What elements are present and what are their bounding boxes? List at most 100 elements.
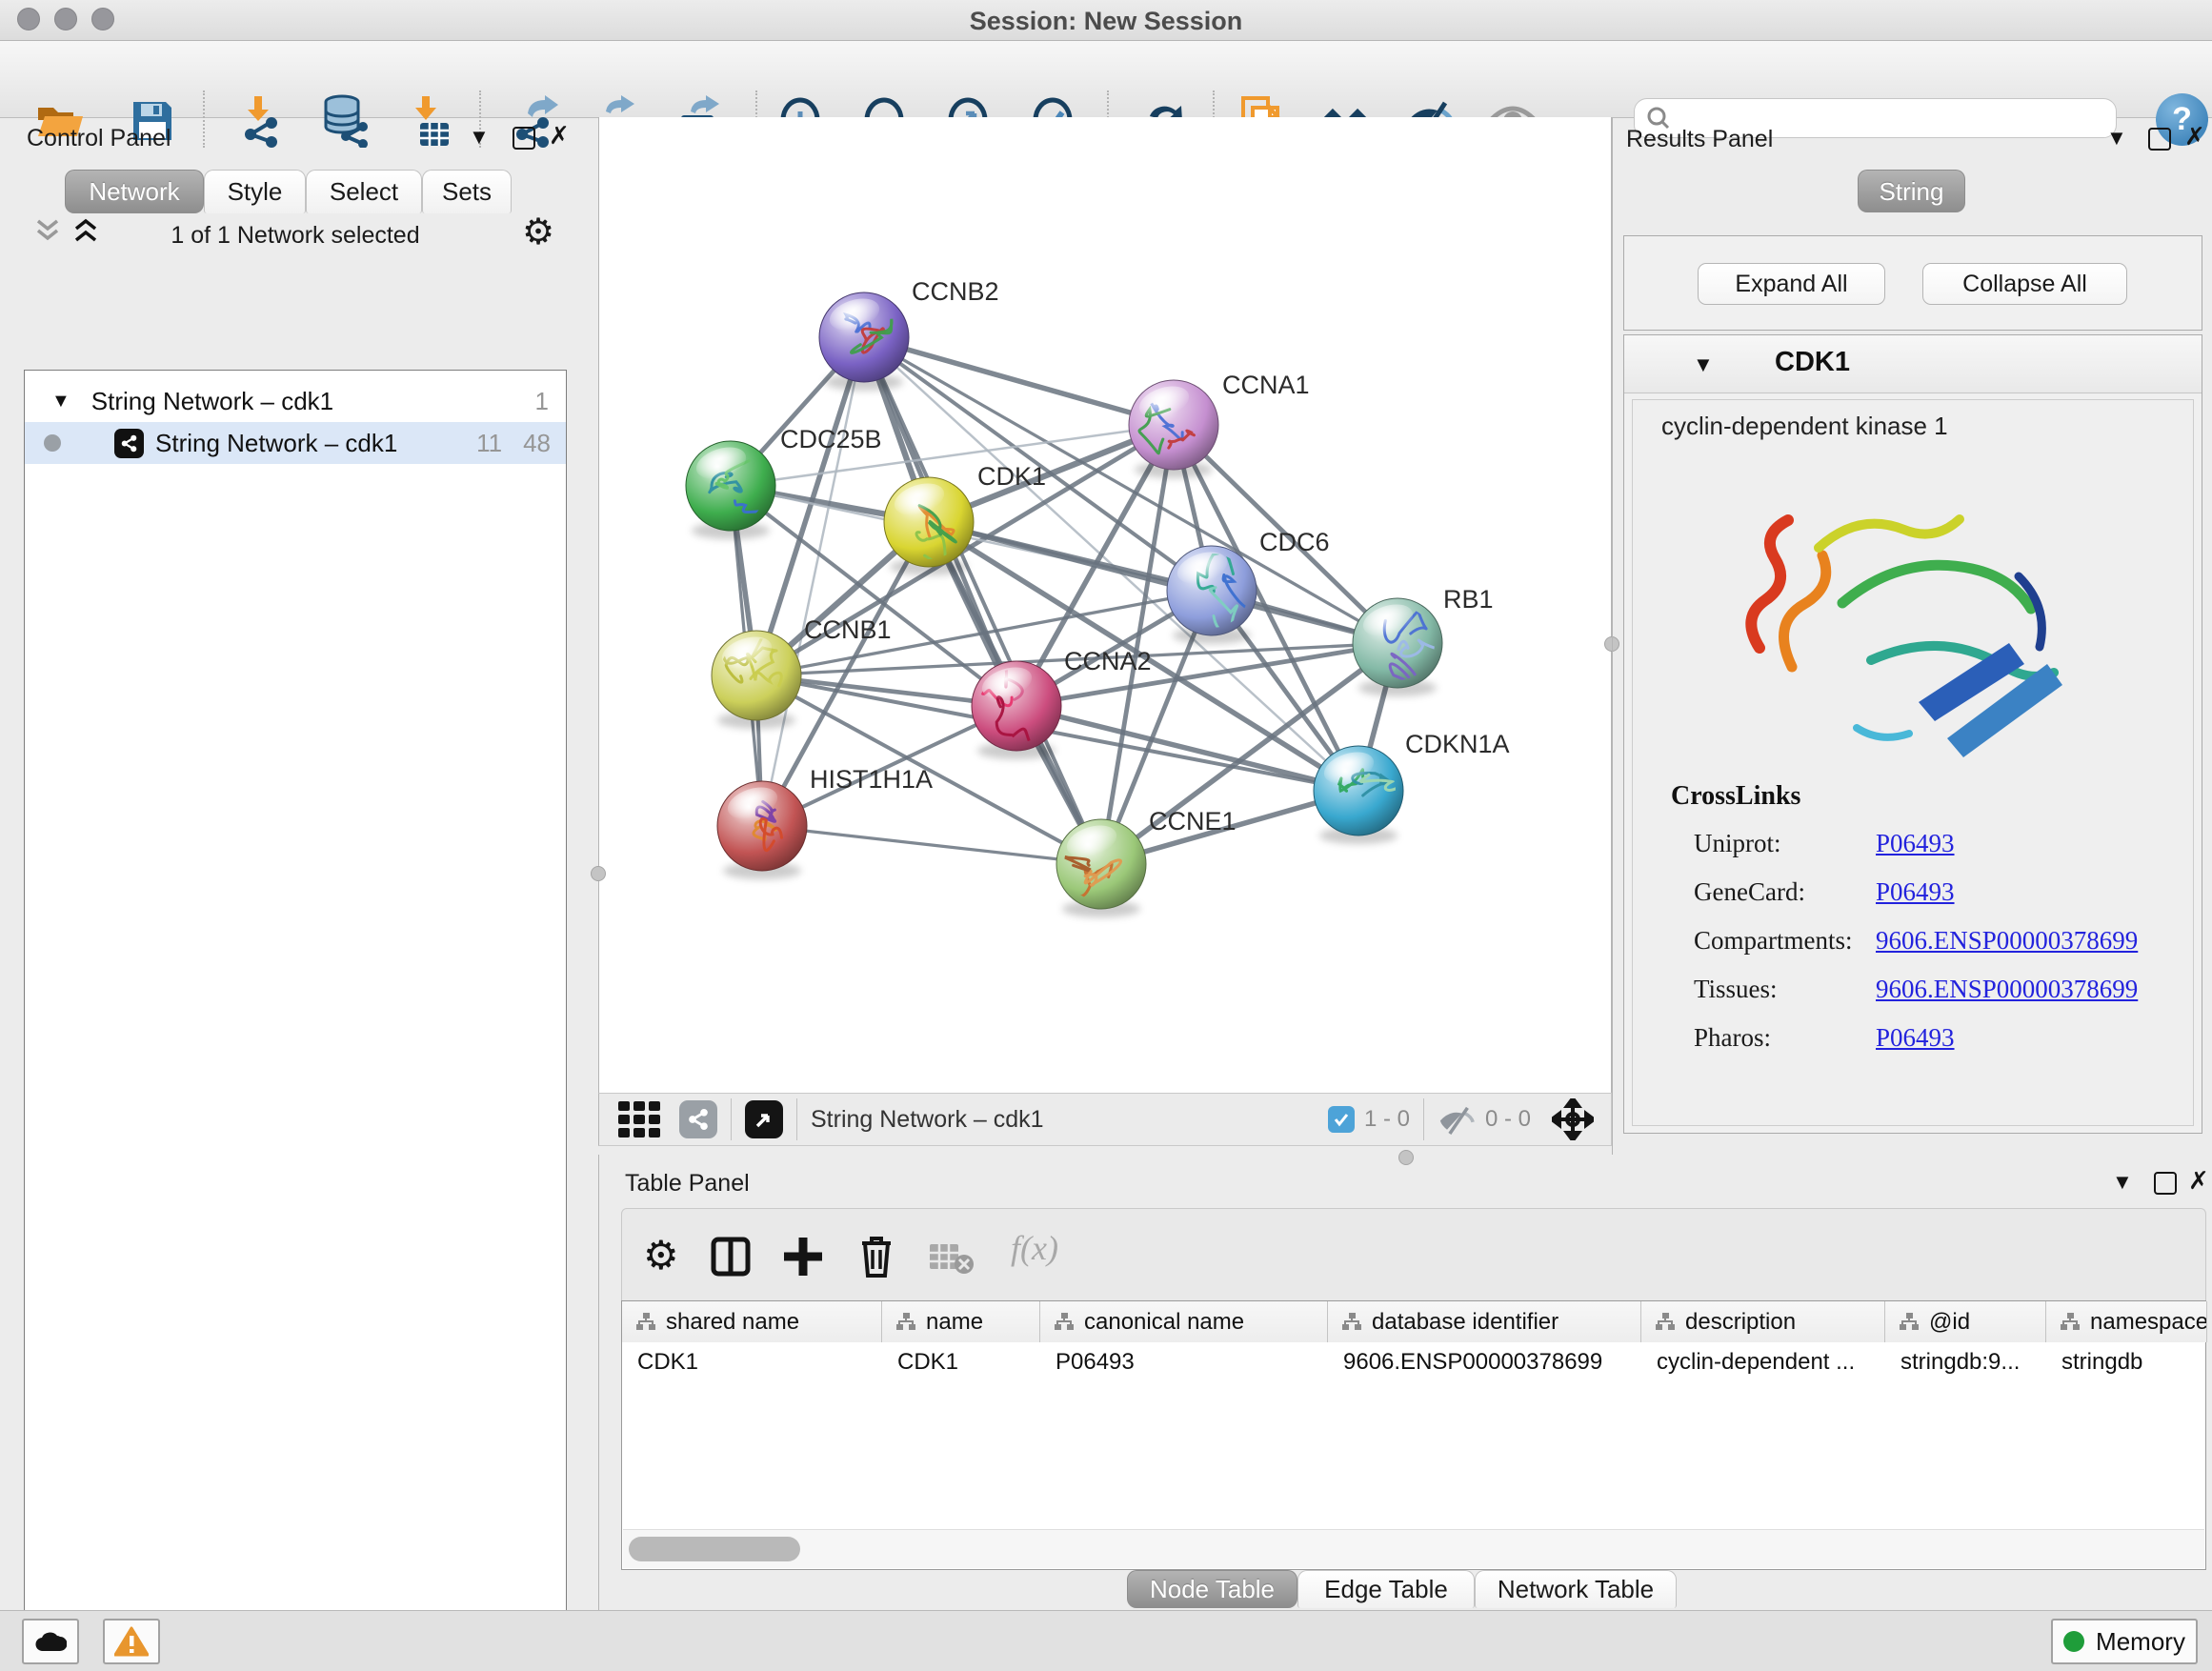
- tab-sets[interactable]: Sets: [422, 170, 512, 213]
- network-view-toolbar: String Network – cdk1 1 - 0 0 - 0: [598, 1093, 1612, 1146]
- vertical-splitter-handle[interactable]: [591, 866, 606, 881]
- tab-edge-table[interactable]: Edge Table: [1297, 1570, 1475, 1608]
- create-column-plus-icon[interactable]: [782, 1236, 824, 1278]
- network-node-HIST1H1A[interactable]: [717, 781, 807, 871]
- network-tree: ▼ String Network – cdk1 1 String Network…: [24, 370, 567, 1671]
- tab-network[interactable]: Network: [65, 170, 204, 213]
- title-bar: Session: New Session: [0, 0, 2212, 41]
- network-node-CDKN1A[interactable]: [1314, 746, 1424, 836]
- column-header-canonical-name[interactable]: canonical name: [1040, 1301, 1328, 1342]
- hidden-eye-slash-icon: [1438, 1104, 1476, 1135]
- section-expander-icon[interactable]: ▼: [1693, 352, 1714, 377]
- float-panel-icon[interactable]: [513, 127, 535, 150]
- network-node-RB1[interactable]: [1353, 598, 1442, 688]
- crosslink-row: GeneCard: P06493: [1633, 870, 2193, 918]
- crosslink-link[interactable]: P06493: [1876, 877, 1955, 907]
- crosslink-label: Pharos:: [1694, 1023, 1771, 1053]
- node-label: CDC25B: [780, 425, 882, 453]
- pan-crosshair-icon[interactable]: [1552, 1098, 1594, 1140]
- network-collection-row[interactable]: ▼ String Network – cdk1 1: [25, 380, 566, 422]
- tab-network-table[interactable]: Network Table: [1475, 1570, 1677, 1608]
- horizontal-scrollbar[interactable]: [623, 1529, 2204, 1568]
- close-panel-icon[interactable]: ✗: [2188, 1170, 2209, 1191]
- column-header-shared-name[interactable]: shared name: [622, 1301, 882, 1342]
- crosslink-link[interactable]: P06493: [1876, 829, 1955, 858]
- table-cell[interactable]: CDK1: [882, 1342, 1040, 1382]
- network-node-CCNB1[interactable]: [712, 631, 801, 720]
- crosslink-link[interactable]: 9606.ENSP00000378699: [1876, 975, 2138, 1004]
- network-selection-status: 1 of 1 Network selected: [114, 222, 476, 250]
- tab-style[interactable]: Style: [204, 170, 306, 213]
- network-node-CCNA1[interactable]: [1129, 380, 1218, 470]
- delete-column-trash-icon[interactable]: [856, 1234, 896, 1279]
- tab-select[interactable]: Select: [306, 170, 422, 213]
- warning-status-button[interactable]: [103, 1619, 160, 1664]
- control-panel-title: Control Panel: [27, 125, 171, 152]
- table-settings-gear-icon[interactable]: ⚙: [643, 1232, 679, 1278]
- float-panel-icon[interactable]: [2154, 1172, 2177, 1195]
- collapse-all-tree-icon[interactable]: [34, 217, 67, 246]
- selected-checkbox-icon[interactable]: [1328, 1106, 1355, 1133]
- close-panel-icon[interactable]: ✗: [2184, 126, 2205, 147]
- table-cell[interactable]: stringdb:9...: [1885, 1342, 2046, 1382]
- expand-all-tree-icon[interactable]: [72, 217, 105, 246]
- view-network-title: String Network – cdk1: [811, 1106, 1044, 1134]
- node-detail-box: cyclin-dependent kinase 1 CrossLinks Uni…: [1632, 399, 2194, 1126]
- tab-node-table[interactable]: Node Table: [1127, 1570, 1297, 1608]
- network-row-selected[interactable]: String Network – cdk1 11 48: [25, 422, 566, 464]
- crosslink-link[interactable]: P06493: [1876, 1023, 1955, 1053]
- column-header--id[interactable]: @id: [1885, 1301, 2046, 1342]
- network-node-CDK1[interactable]: [884, 477, 974, 574]
- results-node-box: ▼ CDK1 cyclin-dependent kinase 1 CrossLi…: [1623, 334, 2202, 1134]
- collapse-panel-icon[interactable]: ▼: [469, 127, 490, 148]
- column-header-name[interactable]: name: [882, 1301, 1040, 1342]
- node-table: shared namenamecanonical namedatabase id…: [621, 1300, 2206, 1570]
- view-toolbar-separator: [731, 1098, 732, 1140]
- memory-button[interactable]: Memory: [2051, 1619, 2198, 1664]
- node-section-header[interactable]: ▼ CDK1: [1624, 335, 2202, 393]
- table-toolbar: ⚙ f(x): [621, 1208, 2206, 1300]
- crosslink-row: Tissues: 9606.ENSP00000378699: [1633, 967, 2193, 1016]
- column-header-namespace[interactable]: namespace: [2046, 1301, 2207, 1342]
- table-cell[interactable]: P06493: [1040, 1342, 1328, 1382]
- crosslink-label: Tissues:: [1694, 975, 1778, 1004]
- network-options-gear-icon[interactable]: ⚙: [522, 211, 554, 253]
- table-panel-title: Table Panel: [625, 1170, 750, 1198]
- column-header-database-identifier[interactable]: database identifier: [1328, 1301, 1641, 1342]
- crosslinks-list: Uniprot: P06493 GeneCard: P06493 Compartment…: [1633, 821, 2193, 1064]
- crosslink-label: GeneCard:: [1694, 877, 1805, 907]
- float-panel-icon[interactable]: [2148, 128, 2171, 151]
- table-cell[interactable]: stringdb: [2046, 1342, 2207, 1382]
- collection-expander-icon[interactable]: ▼: [51, 391, 70, 413]
- scrollbar-thumb[interactable]: [629, 1537, 800, 1561]
- expand-all-button[interactable]: Expand All: [1698, 263, 1885, 305]
- cloud-status-button[interactable]: [22, 1619, 79, 1664]
- show-columns-icon[interactable]: [710, 1236, 752, 1278]
- network-node-CCNE1[interactable]: [1056, 819, 1146, 909]
- crosslink-row: Compartments:9606.ENSP00000378699: [1633, 918, 2193, 967]
- node-label: CCNB2: [912, 277, 999, 306]
- network-node-CCNB2[interactable]: [819, 292, 909, 382]
- birdseye-grid-icon[interactable]: [618, 1101, 664, 1137]
- column-header-description[interactable]: description: [1641, 1301, 1885, 1342]
- network-canvas[interactable]: CCNB2CCNA1CDC25BCDK1CDC6RB1CCNB1CCNA2CDK…: [598, 117, 1612, 1093]
- open-in-new-window-icon[interactable]: [745, 1100, 783, 1138]
- table-cell[interactable]: 9606.ENSP00000378699: [1328, 1342, 1641, 1382]
- collapse-panel-icon[interactable]: ▼: [2106, 128, 2127, 149]
- tab-string-results[interactable]: String: [1858, 170, 1965, 212]
- results-panel: Results Panel ▼ ✗ String Expand All Coll…: [1612, 117, 2212, 1155]
- results-buttons-box: Expand All Collapse All: [1623, 235, 2202, 331]
- table-cell[interactable]: cyclin-dependent ...: [1641, 1342, 1885, 1382]
- network-edge: [762, 826, 1101, 864]
- close-panel-icon[interactable]: ✗: [549, 125, 570, 146]
- collapse-panel-icon[interactable]: ▼: [2112, 1172, 2133, 1193]
- function-builder-icon: f(x): [1011, 1228, 1058, 1268]
- crosslink-link[interactable]: 9606.ENSP00000378699: [1876, 926, 2138, 956]
- collapse-all-button[interactable]: Collapse All: [1922, 263, 2127, 305]
- network-type-share-icon[interactable]: [679, 1100, 717, 1138]
- table-cell[interactable]: CDK1: [622, 1342, 882, 1382]
- network-node-CDC6[interactable]: [1167, 546, 1257, 635]
- crosslink-label: Uniprot:: [1694, 829, 1781, 858]
- current-network-bullet-icon: [44, 434, 61, 452]
- string-network-graph[interactable]: CCNB2CCNA1CDC25BCDK1CDC6RB1CCNB1CCNA2CDK…: [599, 117, 1611, 1091]
